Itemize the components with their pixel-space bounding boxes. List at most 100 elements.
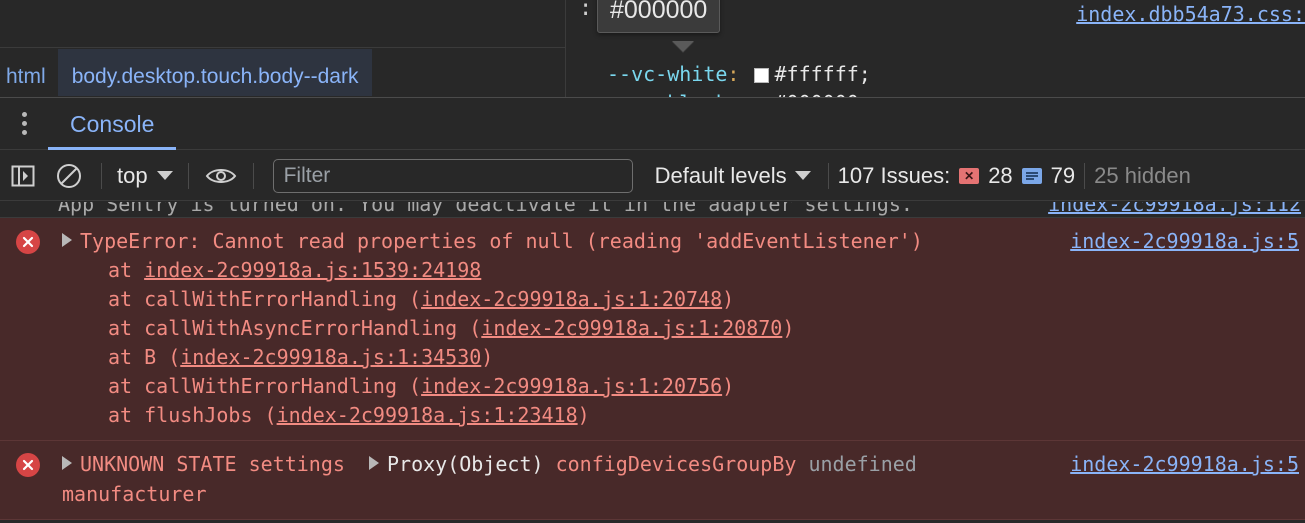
console-drawer: Console top Filter Default levels 107 Is…: [0, 97, 1305, 523]
clear-console-icon[interactable]: [46, 151, 92, 201]
issue-error-badge-icon: ✕: [959, 167, 980, 184]
stack-frame: at B (index-2c99918a.js:1:34530): [4, 343, 1301, 372]
hidden-messages-label[interactable]: 25 hidden: [1094, 163, 1191, 189]
stack-frame-link[interactable]: index-2c99918a.js:1:20756: [421, 374, 722, 398]
stack-frame: at flushJobs (index-2c99918a.js:1:23418): [4, 401, 1301, 430]
css-colon-text: :: [579, 0, 593, 21]
stack-frame-prefix: at: [108, 287, 145, 311]
console-message-info[interactable]: App Sentry is turned on. You may deactiv…: [0, 202, 1305, 218]
stack-frame-prefix: at: [108, 403, 145, 427]
error-title-row[interactable]: UNKNOWN STATE settings Proxy(Object) con…: [4, 449, 1301, 479]
console-message-source-link[interactable]: index-2c99918a.js:5: [1070, 449, 1299, 479]
devtools-window: html body.desktop.touch.body--dark : ind…: [0, 0, 1305, 523]
console-message-text: App Sentry is turned on. You may deactiv…: [58, 202, 913, 216]
toolbar-divider: [101, 162, 102, 189]
stack-frame-function: B: [144, 345, 157, 369]
stack-frame-paren-open: (: [397, 287, 422, 311]
stack-frame-paren-open: (: [252, 403, 277, 427]
stack-frame-prefix: at: [108, 374, 145, 398]
stack-frame-link[interactable]: index-2c99918a.js:1:20870: [481, 316, 782, 340]
issues-error-count: 28: [988, 162, 1013, 188]
stack-frame: at index-2c99918a.js:1539:24198: [4, 256, 1301, 285]
console-message-error[interactable]: UNKNOWN STATE settings Proxy(Object) con…: [0, 441, 1305, 520]
filter-input[interactable]: [272, 158, 633, 193]
css-property-value: #ffffff;: [774, 62, 871, 86]
tooltip-arrow-icon: [672, 41, 694, 53]
execution-context-label: top: [117, 162, 148, 188]
stack-frame: at callWithErrorHandling (index-2c99918a…: [4, 285, 1301, 314]
console-message-source-link[interactable]: index-2c99918a.js:5: [1070, 226, 1299, 256]
stack-frame-function: flushJobs: [144, 403, 253, 427]
kebab-dot: [21, 121, 27, 126]
issue-info-badge-icon: [1021, 167, 1042, 184]
issues-summary[interactable]: 107 Issues: ✕ 28 79: [838, 163, 1075, 189]
error-segment-state: UNKNOWN STATE settings: [80, 452, 345, 476]
stack-frame-paren-close: ): [722, 374, 735, 398]
error-title-text: TypeError: Cannot read properties of nul…: [80, 229, 923, 253]
css-declaration-vc-white[interactable]: --vc-white: #ffffff;: [607, 60, 871, 88]
segment-gap: [544, 452, 556, 476]
expand-arrow-icon[interactable]: [62, 456, 72, 470]
breadcrumb-item-html[interactable]: html: [0, 49, 58, 96]
segment-gap: [796, 452, 808, 476]
breadcrumb[interactable]: html body.desktop.touch.body--dark: [0, 49, 565, 96]
log-level-label: Default levels: [654, 162, 787, 188]
stack-frame-prefix: at: [108, 258, 145, 282]
issue-error-x-glyph: ✕: [964, 168, 975, 183]
stack-frame-link[interactable]: index-2c99918a.js:1539:24198: [144, 258, 481, 282]
stack-frame-prefix: at: [108, 345, 145, 369]
chevron-down-icon: [794, 171, 811, 180]
toolbar-divider: [187, 162, 189, 189]
stack-frame-paren-close: ): [722, 287, 735, 311]
console-message-error[interactable]: TypeError: Cannot read properties of nul…: [0, 218, 1305, 441]
more-options-icon[interactable]: [0, 98, 48, 150]
error-wrapped-text: manufacturer: [62, 482, 207, 506]
elements-panel-remnant: html body.desktop.touch.body--dark : ind…: [0, 0, 1305, 115]
issue-info-line: [1025, 177, 1034, 180]
stack-frame: at callWithErrorHandling (index-2c99918a…: [4, 372, 1301, 401]
stack-frame-function: callWithAsyncErrorHandling: [144, 316, 458, 340]
color-swatch-white[interactable]: [753, 68, 769, 83]
drawer-tabbar: Console: [0, 98, 1305, 150]
log-level-selector[interactable]: Default levels: [647, 163, 819, 189]
stylesheet-source-link[interactable]: index.dbb54a73.css:: [1076, 2, 1305, 26]
stack-frame-paren-close: ): [782, 316, 795, 340]
expand-arrow-icon[interactable]: [369, 456, 379, 470]
error-segment-undefined: undefined: [808, 452, 917, 476]
stack-frame-paren-open: (: [457, 316, 482, 340]
color-value-tooltip: #000000: [597, 0, 721, 33]
stack-frame-paren-open: (: [156, 345, 181, 369]
tab-console[interactable]: Console: [48, 98, 177, 150]
stack-frame-link[interactable]: index-2c99918a.js:1:34530: [180, 345, 481, 369]
stack-frame-paren-open: (: [397, 374, 422, 398]
console-message-source-link[interactable]: index-2c99918a.js:112: [1048, 202, 1301, 217]
error-segment-key: configDevicesGroupBy: [555, 452, 797, 476]
issues-count-label: 107 Issues:: [837, 162, 951, 188]
toolbar-divider: [252, 162, 254, 189]
console-message-list[interactable]: App Sentry is turned on. You may deactiv…: [0, 202, 1305, 523]
console-toolbar: top Default levels 107 Issues:: [0, 151, 1305, 201]
expand-arrow-icon[interactable]: [62, 233, 72, 247]
issue-info-line: [1025, 174, 1038, 177]
chevron-down-icon: [156, 171, 173, 180]
css-property-name: --vc-white: [607, 62, 728, 86]
dom-tree-blank-area: [0, 0, 565, 48]
stack-frame-paren-close: ): [481, 345, 494, 369]
error-segment-proxy: Proxy(Object): [387, 452, 544, 476]
stack-frame-function: callWithErrorHandling: [144, 287, 397, 311]
toolbar-divider: [1084, 162, 1086, 189]
execution-context-selector[interactable]: top: [111, 163, 179, 189]
issues-info-count: 79: [1050, 162, 1076, 188]
stack-frame-link[interactable]: index-2c99918a.js:1:20748: [421, 287, 722, 311]
stack-frame: at callWithAsyncErrorHandling (index-2c9…: [4, 314, 1301, 343]
issue-info-line: [1025, 171, 1038, 174]
breadcrumb-item-body[interactable]: body.desktop.touch.body--dark: [57, 49, 373, 96]
kebab-dot: [21, 130, 27, 135]
eye-icon[interactable]: [198, 151, 244, 201]
segment-gap: [345, 452, 369, 476]
error-title-row[interactable]: TypeError: Cannot read properties of nul…: [4, 226, 1301, 256]
stack-frame-link[interactable]: index-2c99918a.js:1:23418: [277, 403, 578, 427]
sidebar-toggle-icon[interactable]: [0, 151, 46, 201]
toolbar-divider: [827, 162, 829, 189]
stack-frame-prefix: at: [108, 316, 145, 340]
